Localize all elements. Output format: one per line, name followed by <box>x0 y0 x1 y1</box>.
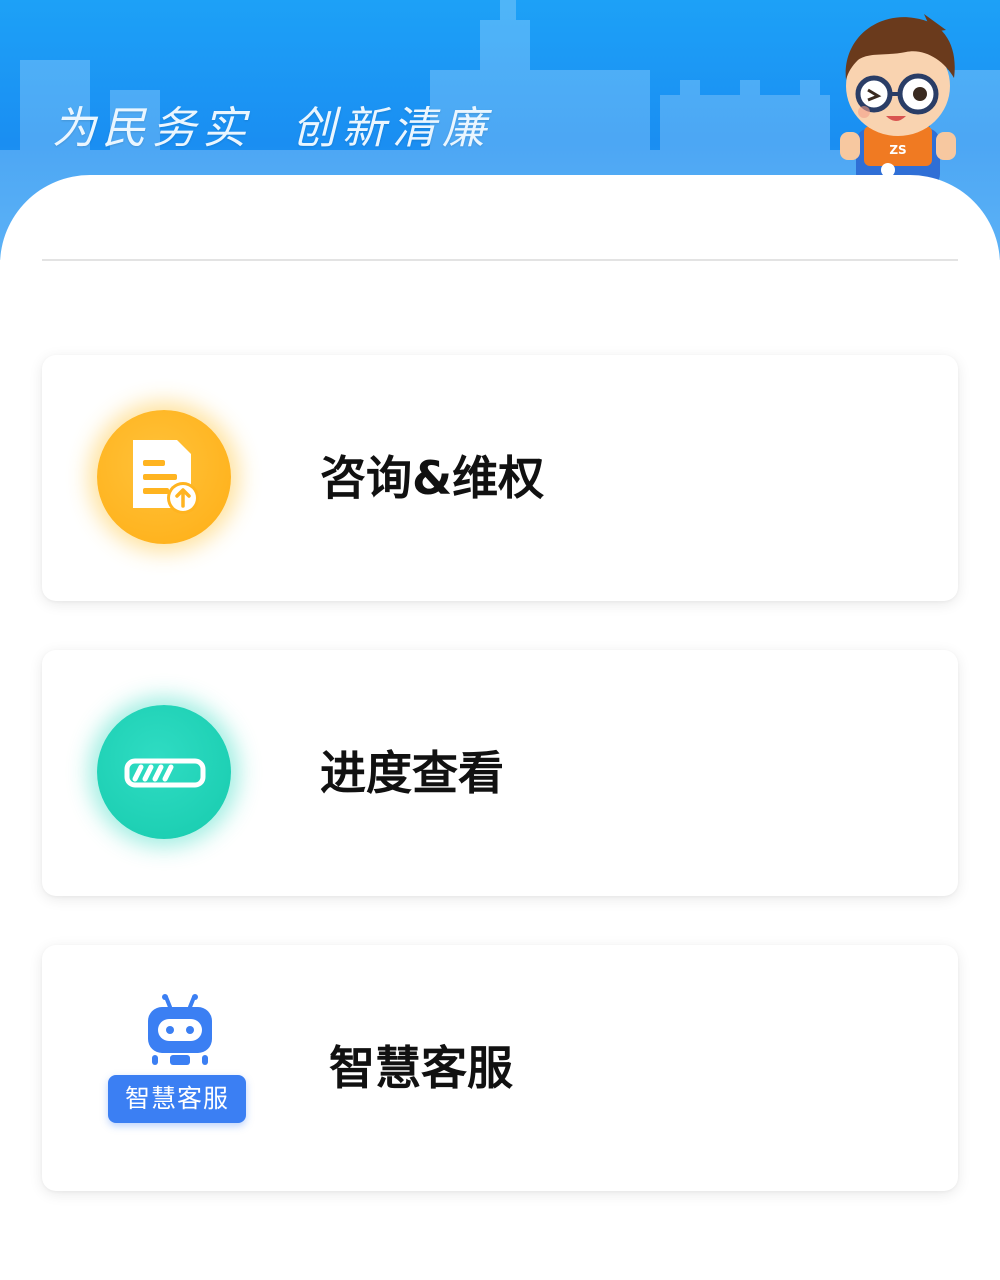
document-upload-icon <box>97 410 231 544</box>
mascot-illustration: ZS <box>840 14 956 180</box>
slogan-text: 为民务实 创新清廉 <box>52 103 492 154</box>
menu-card-progress[interactable]: 进度查看 <box>42 650 958 896</box>
menu-card-consult[interactable]: 咨询&维权 <box>42 355 958 601</box>
menu-label-consult: 咨询&维权 <box>320 451 545 505</box>
robot-badge-label: 智慧客服 <box>108 1075 246 1123</box>
main-content: 咨询&维权 进度查看 智慧客服 智慧客服 <box>0 175 1000 1280</box>
section-divider <box>42 259 958 261</box>
menu-label-progress: 进度查看 <box>320 746 504 800</box>
mascot-badge-text: ZS <box>889 143 906 157</box>
progress-bar-icon <box>97 705 231 839</box>
robot-icon: 智慧客服 <box>108 993 250 1125</box>
menu-card-service[interactable]: 智慧客服 智慧客服 <box>42 945 958 1191</box>
menu-label-service: 智慧客服 <box>329 1041 513 1095</box>
